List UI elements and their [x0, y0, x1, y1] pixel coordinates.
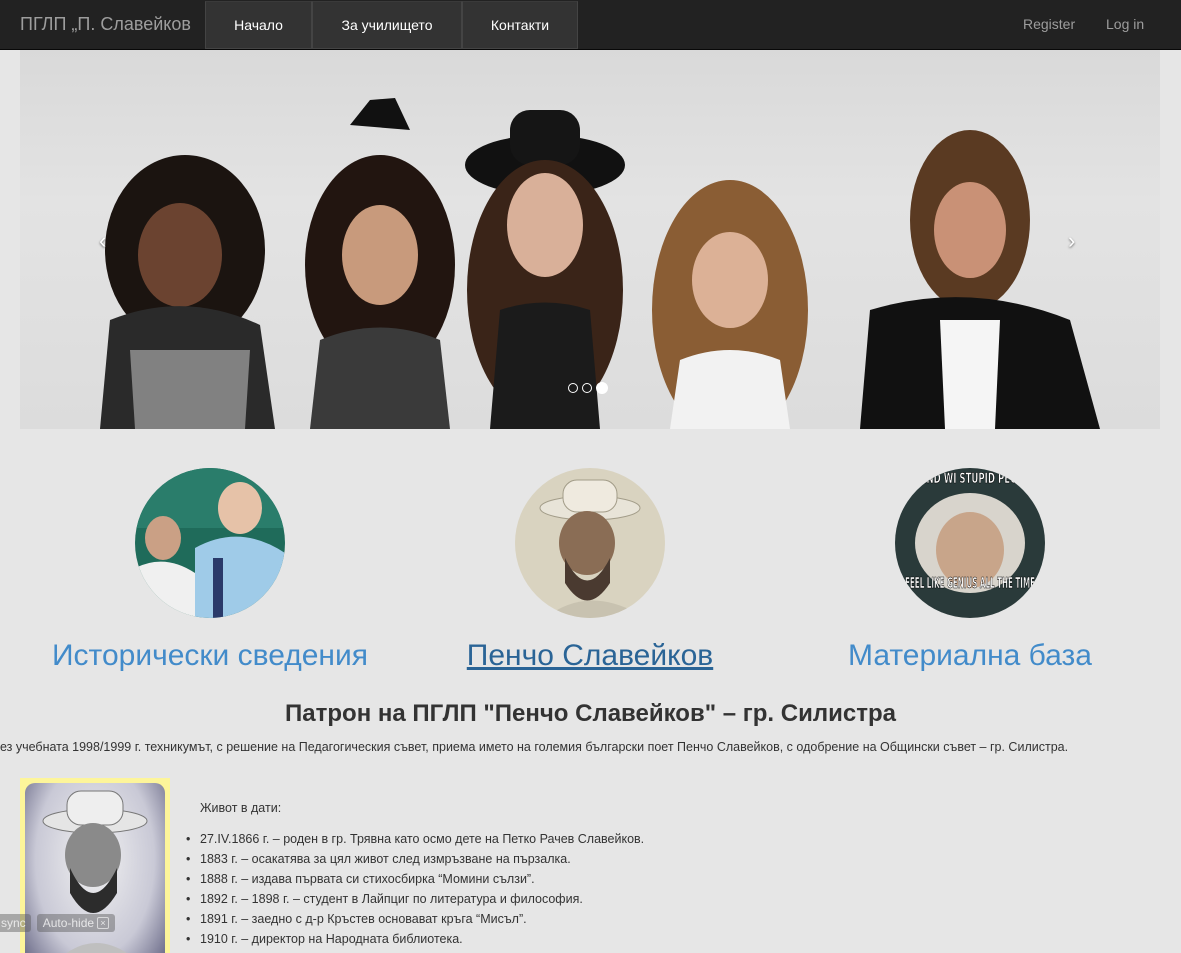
sync-button[interactable]: sync [0, 914, 31, 932]
carousel-indicators [568, 382, 608, 394]
login-link[interactable]: Log in [1106, 0, 1144, 50]
autohide-label: Auto-hide [42, 916, 95, 930]
slaveykov-portrait-icon [515, 468, 665, 618]
feature-history: Исторически сведения [30, 468, 390, 676]
register-link[interactable]: Register [1023, 0, 1075, 50]
carousel-slide-image [100, 98, 1100, 429]
close-icon[interactable]: × [97, 917, 110, 929]
feature-slaveykov: Пенчо Славейков [410, 468, 770, 676]
article-intro: рез учебната 1998/1999 г. техникумът, с … [0, 740, 1069, 754]
facilities-link[interactable]: Материална база [790, 636, 1150, 676]
carousel-next-icon[interactable]: › [1068, 228, 1075, 254]
einstein-meme-icon: FRIEND WI STUPID PEOPLE FEEL LIKE GENIUS… [895, 468, 1045, 618]
slaveykov-link[interactable]: Пенчо Славейков [410, 636, 770, 676]
life-label: Живот в дати: [200, 801, 282, 815]
brand-link[interactable]: ПГЛП „П. Славейков [20, 0, 191, 50]
tab-home[interactable]: Начало [205, 1, 312, 49]
list-item: 1910 г. – директор на Народната библиоте… [186, 930, 644, 950]
carousel-indicator[interactable] [568, 383, 578, 393]
life-list: 27.IV.1866 г. – роден в гр. Трявна като … [186, 830, 644, 950]
meme-top-text: FRIEND WI STUPID PEOPLE [905, 471, 1035, 487]
carousel-prev-icon[interactable]: ‹ [99, 228, 106, 254]
meme-bottom-text: FEEL LIKE GENIUS ALL THE TIME [905, 574, 1035, 592]
tab-contacts[interactable]: Контакти [462, 1, 578, 49]
list-item: 1888 г. – издава първата си стихосбирка … [186, 870, 644, 890]
hero-carousel: ‹ › [20, 50, 1160, 429]
list-item: 1891 г. – заедно с д-р Кръстев основават… [186, 910, 644, 930]
browser-link-widget: sync Auto-hide × [0, 912, 116, 934]
article-title: Патрон на ПГЛП "Пенчо Славейков" – гр. С… [285, 700, 896, 727]
autohide-button[interactable]: Auto-hide × [36, 914, 116, 932]
feature-facilities: FRIEND WI STUPID PEOPLE FEEL LIKE GENIUS… [790, 468, 1150, 676]
navbar: ПГЛП „П. Славейков Начало За училището К… [0, 0, 1181, 50]
list-item: 1883 г. – осакатява за цял живот след из… [186, 850, 644, 870]
carousel-indicator-active[interactable] [596, 382, 608, 394]
tab-about-school[interactable]: За училището [312, 1, 462, 49]
list-item: 1892 г. – 1898 г. – студент в Лайпциг по… [186, 890, 644, 910]
history-link[interactable]: Исторически сведения [30, 636, 390, 676]
carousel-indicator[interactable] [582, 383, 592, 393]
teacher-student-photo-icon [135, 468, 285, 618]
list-item: 27.IV.1866 г. – роден в гр. Трявна като … [186, 830, 644, 850]
